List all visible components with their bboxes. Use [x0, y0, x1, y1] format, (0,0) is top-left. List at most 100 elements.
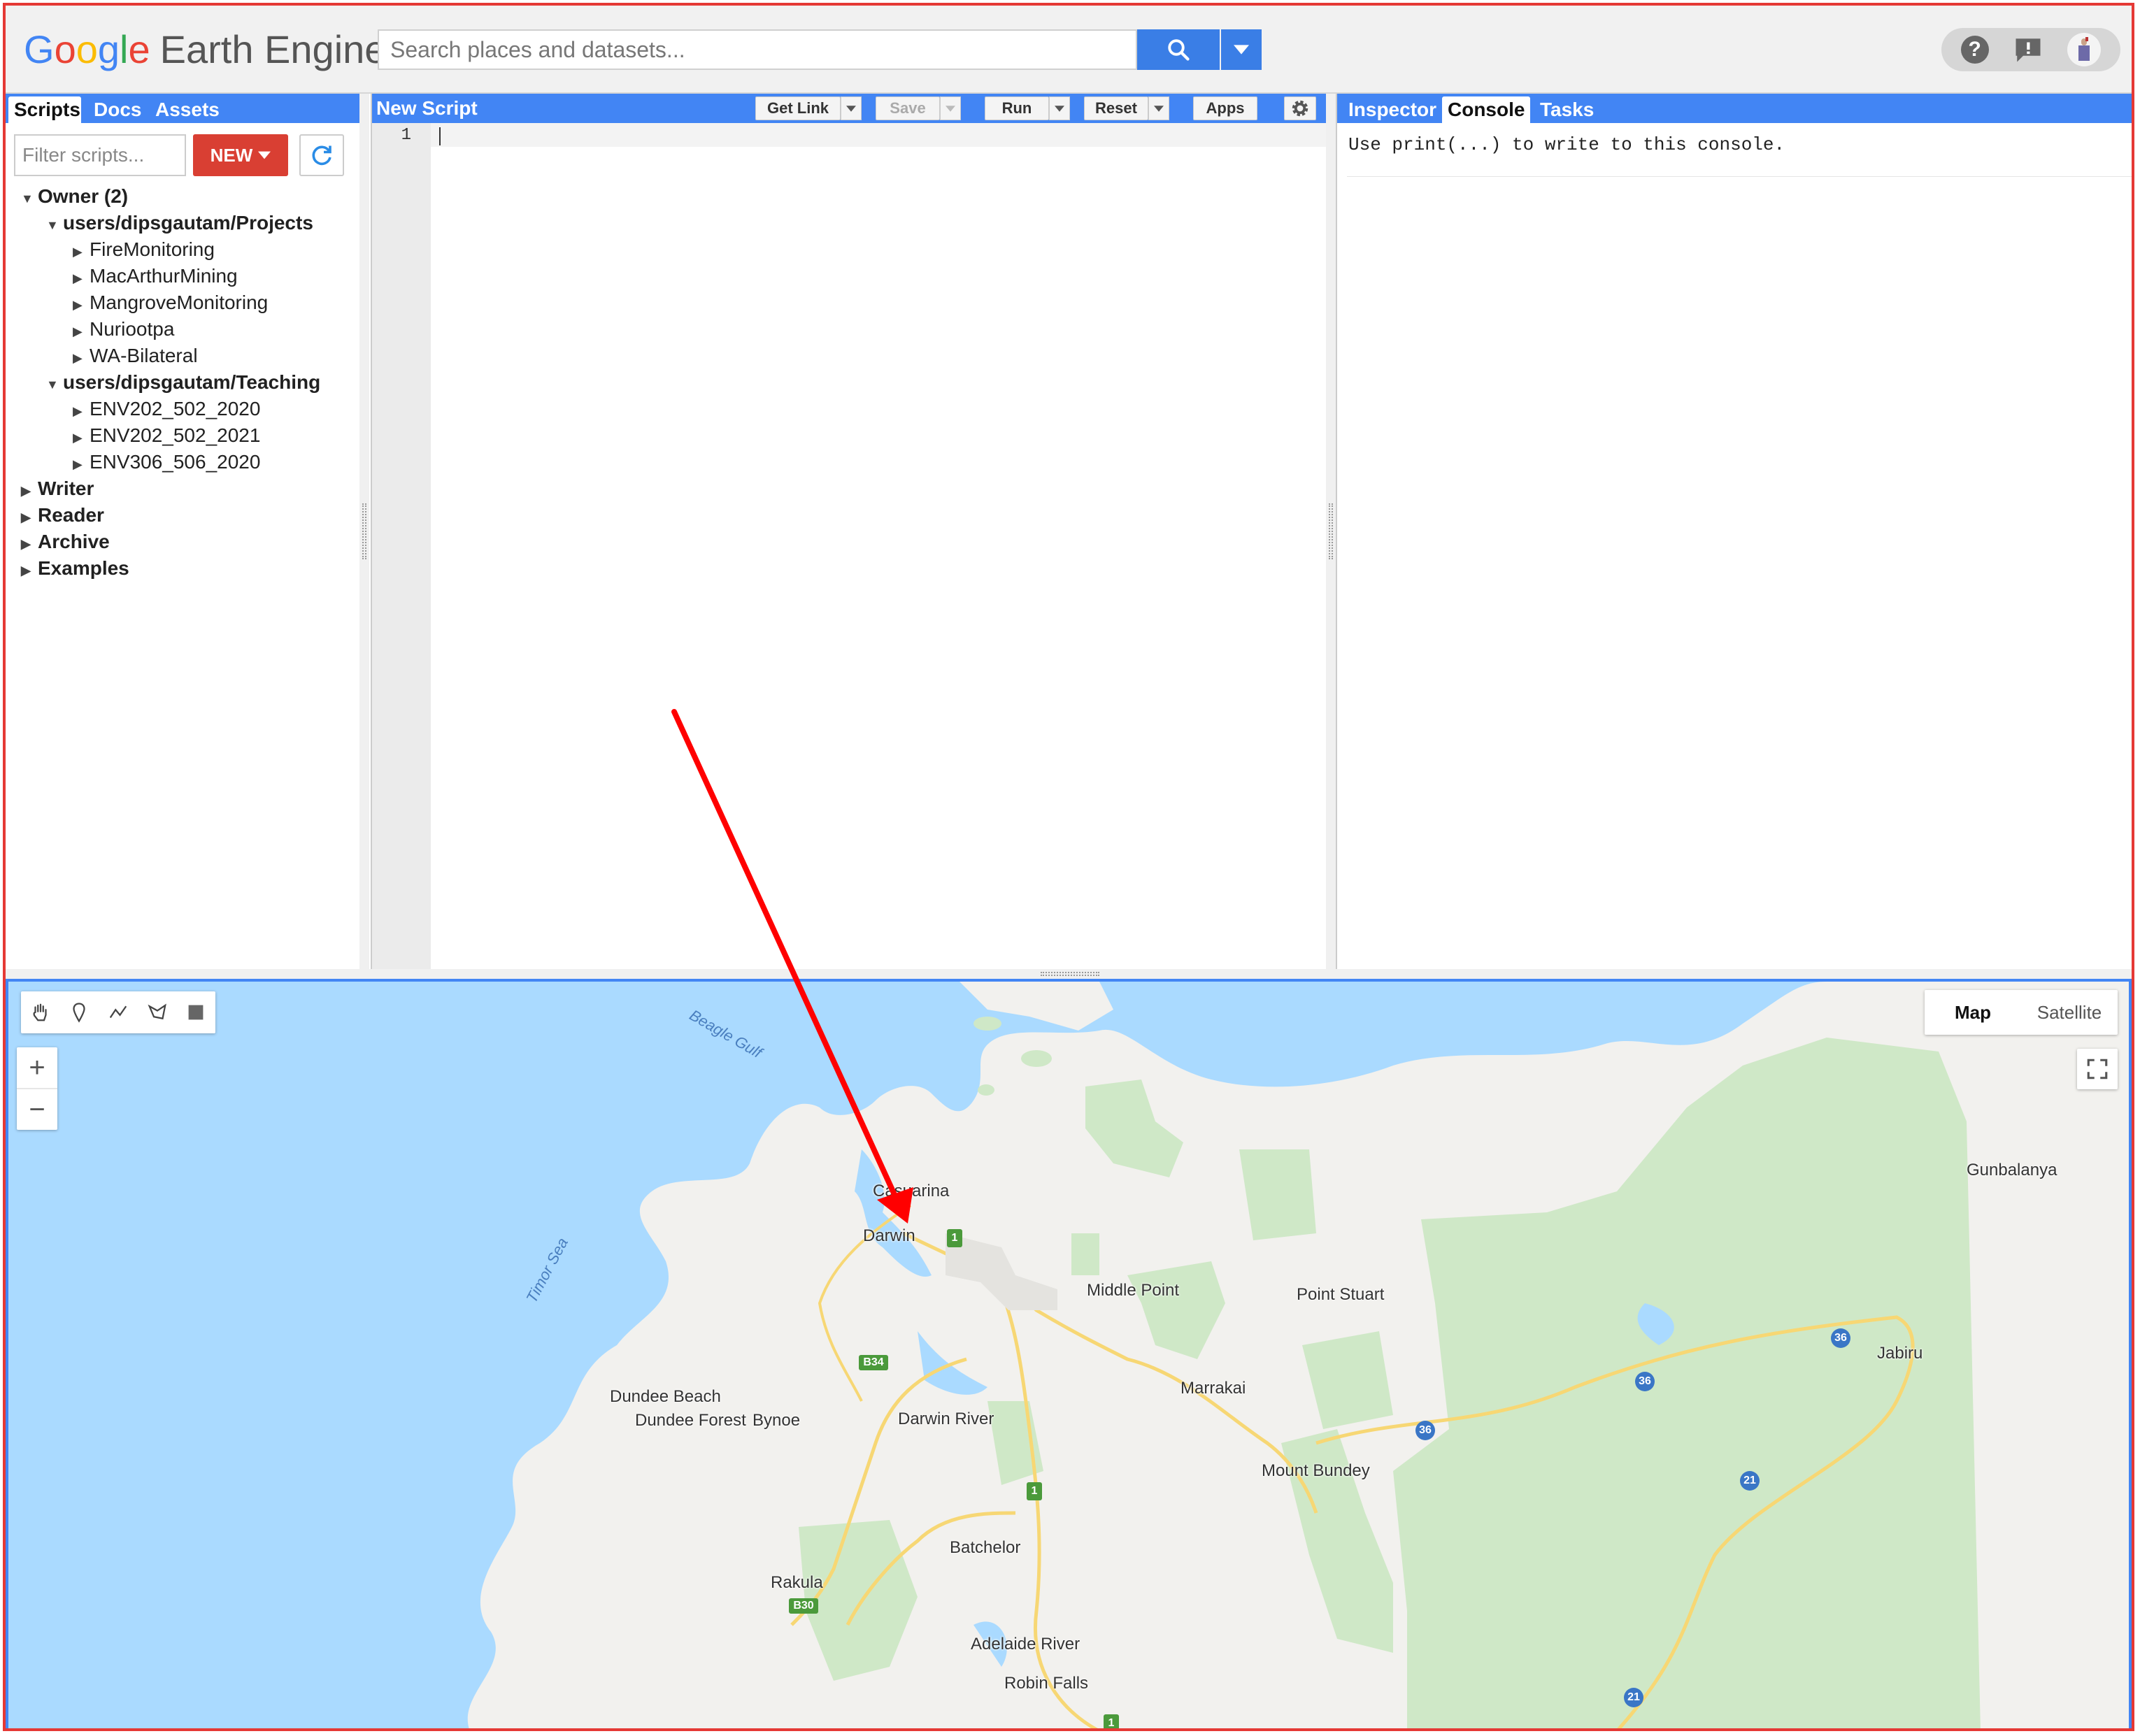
search-icon: [1168, 39, 1190, 61]
console-message: Use print(...) to write to this console.: [1348, 134, 1785, 155]
tree-item[interactable]: ▶ Nuriootpa: [73, 316, 174, 343]
expand-right-icon: ▶: [21, 537, 31, 551]
line-number: 1: [401, 126, 411, 145]
zoom-out-button[interactable]: −: [17, 1089, 57, 1130]
tree-item[interactable]: ▶ ENV202_502_2020: [73, 396, 260, 422]
settings-button[interactable]: [1284, 96, 1316, 120]
tree-folder[interactable]: ▶ Archive: [21, 529, 110, 555]
refresh-button[interactable]: [299, 134, 344, 176]
drag-handle[interactable]: [1041, 972, 1099, 976]
tab-inspector[interactable]: Inspector: [1343, 96, 1442, 123]
caret-down-icon: [1055, 105, 1064, 112]
tree-label: users/dipsgautam/Projects: [63, 212, 313, 234]
help-icon[interactable]: ?: [1960, 36, 1989, 64]
avatar[interactable]: [2067, 33, 2102, 66]
get-link-button[interactable]: Get Link: [755, 96, 841, 120]
tree-folder[interactable]: ▼ users/dipsgautam/Projects: [46, 210, 313, 236]
left-tabbar: Scripts Docs Assets: [6, 94, 359, 123]
pan-hand-icon[interactable]: [27, 998, 55, 1026]
logo-letter: o: [76, 27, 98, 71]
place-label: Batchelor: [950, 1538, 1021, 1557]
map-basemap: [467, 982, 2129, 1728]
tree-item[interactable]: ▶ ENV202_502_2021: [73, 422, 260, 449]
tree-item[interactable]: ▶ ENV306_506_2020: [73, 449, 260, 475]
tree-folder[interactable]: ▶ Examples: [21, 555, 129, 582]
console-panel: Inspector Console Tasks Use print(...) t…: [1336, 94, 2132, 969]
filter-box: [14, 134, 186, 176]
place-label: Gunbalanya: [1967, 1161, 2057, 1179]
search-options-button[interactable]: [1221, 29, 1262, 70]
expand-down-icon: ▼: [21, 192, 34, 206]
tree-label: WA-Bilateral: [90, 345, 198, 366]
tree-folder[interactable]: ▼ Owner (2): [21, 183, 128, 210]
feedback-icon[interactable]: [2013, 36, 2043, 64]
tree-item[interactable]: ▶ MacArthurMining: [73, 263, 238, 289]
new-button[interactable]: NEW: [193, 134, 288, 176]
rectangle-icon[interactable]: [182, 998, 210, 1026]
route-shield: 1: [947, 1229, 962, 1247]
route-shield: B34: [859, 1355, 888, 1370]
run-button[interactable]: Run: [985, 96, 1049, 120]
tree-folder[interactable]: ▶ Writer: [21, 475, 94, 502]
tab-docs[interactable]: Docs: [88, 96, 147, 123]
reset-button[interactable]: Reset: [1084, 96, 1148, 120]
route-shield: 21: [1624, 1688, 1643, 1707]
map-view[interactable]: Beagle Gulf Timor Sea Casuarina Darwin M…: [6, 979, 2132, 1728]
tab-tasks[interactable]: Tasks: [1534, 96, 1599, 123]
route-shield: 1: [1027, 1482, 1042, 1500]
left-splitter[interactable]: [359, 94, 369, 969]
tree-item[interactable]: ▶ FireMonitoring: [73, 236, 215, 263]
right-splitter[interactable]: [1326, 94, 1336, 969]
expand-right-icon: ▶: [21, 510, 31, 524]
search-input[interactable]: [379, 31, 1136, 69]
tab-assets[interactable]: Assets: [150, 96, 225, 123]
line-draw-icon[interactable]: [104, 998, 132, 1026]
route-shield: 36: [1831, 1328, 1850, 1348]
marker-icon[interactable]: [65, 998, 93, 1026]
run-dropdown[interactable]: [1049, 96, 1070, 120]
search-button[interactable]: [1137, 29, 1220, 70]
reset-dropdown[interactable]: [1148, 96, 1169, 120]
map-type-control: Map Satellite: [1925, 990, 2118, 1035]
get-link-dropdown[interactable]: [841, 96, 862, 120]
route-shield: 36: [1635, 1372, 1655, 1391]
filter-scripts-input[interactable]: [15, 136, 185, 175]
tree-folder[interactable]: ▶ Reader: [21, 502, 104, 529]
zoom-control: + −: [17, 1047, 57, 1130]
place-label: Casuarina: [873, 1182, 950, 1200]
place-label: Jabiru: [1877, 1344, 1923, 1363]
drawing-tools: [21, 991, 215, 1033]
drag-handle[interactable]: [362, 503, 366, 559]
save-button[interactable]: Save: [876, 96, 940, 120]
tree-label: Owner (2): [38, 185, 129, 207]
logo-letter: o: [54, 27, 76, 71]
app-logo[interactable]: Google Earth Engine: [24, 27, 386, 72]
drag-handle[interactable]: [1329, 503, 1333, 559]
place-label: Darwin River: [898, 1409, 994, 1428]
tree-item[interactable]: ▶ WA-Bilateral: [73, 343, 198, 369]
tree-folder[interactable]: ▼ users/dipsgautam/Teaching: [46, 369, 320, 396]
save-dropdown[interactable]: [940, 96, 961, 120]
expand-right-icon: ▶: [73, 404, 83, 418]
map-splitter[interactable]: [6, 969, 2132, 979]
tree-label: Writer: [38, 478, 94, 499]
fullscreen-button[interactable]: [2077, 1049, 2118, 1089]
tree-label: Nuriootpa: [90, 318, 175, 340]
zoom-in-button[interactable]: +: [17, 1047, 57, 1088]
place-label: Robin Falls: [1004, 1674, 1089, 1693]
map-type-map-button[interactable]: Map: [1925, 990, 2021, 1035]
place-label: Rakula: [771, 1573, 823, 1592]
tab-console[interactable]: Console: [1442, 96, 1531, 123]
route-shield: 36: [1415, 1421, 1435, 1440]
map-type-satellite-button[interactable]: Satellite: [2021, 990, 2118, 1035]
tree-label: users/dipsgautam/Teaching: [63, 371, 321, 393]
logo-letter: e: [128, 27, 150, 71]
tab-scripts[interactable]: Scripts: [8, 96, 81, 123]
code-editor-area[interactable]: [431, 123, 1330, 147]
tree-label: ENV202_502_2021: [90, 424, 261, 446]
apps-button[interactable]: Apps: [1193, 96, 1257, 120]
polygon-icon[interactable]: [143, 998, 171, 1026]
tree-item[interactable]: ▶ MangroveMonitoring: [73, 289, 268, 316]
route-shield: 1: [1104, 1714, 1119, 1728]
console-divider: [1347, 176, 2132, 177]
